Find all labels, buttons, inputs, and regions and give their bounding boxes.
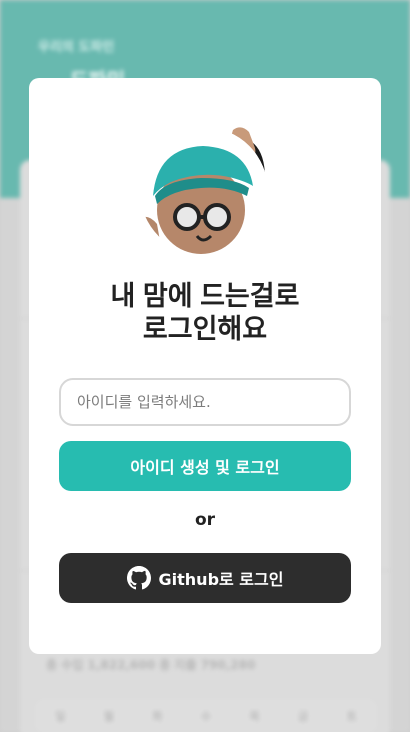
github-login-label: Github로 로그인 — [158, 570, 284, 589]
github-login-button[interactable]: Github로 로그인 — [59, 553, 351, 603]
or-separator: or — [194, 510, 216, 530]
waving-character-avatar-icon — [140, 127, 268, 255]
login-modal: 내 맘에 드는걸로 로그인해요 아이디 생성 및 로그인 or Github로 … — [29, 78, 381, 654]
id-input[interactable] — [59, 378, 351, 426]
modal-title: 내 맘에 드는걸로 로그인해요 — [29, 280, 381, 346]
modal-title-line-1: 내 맘에 드는걸로 — [110, 281, 300, 311]
create-id-login-button[interactable]: 아이디 생성 및 로그인 — [59, 441, 351, 491]
modal-title-line-2: 로그인해요 — [142, 314, 268, 344]
github-icon — [126, 566, 151, 590]
